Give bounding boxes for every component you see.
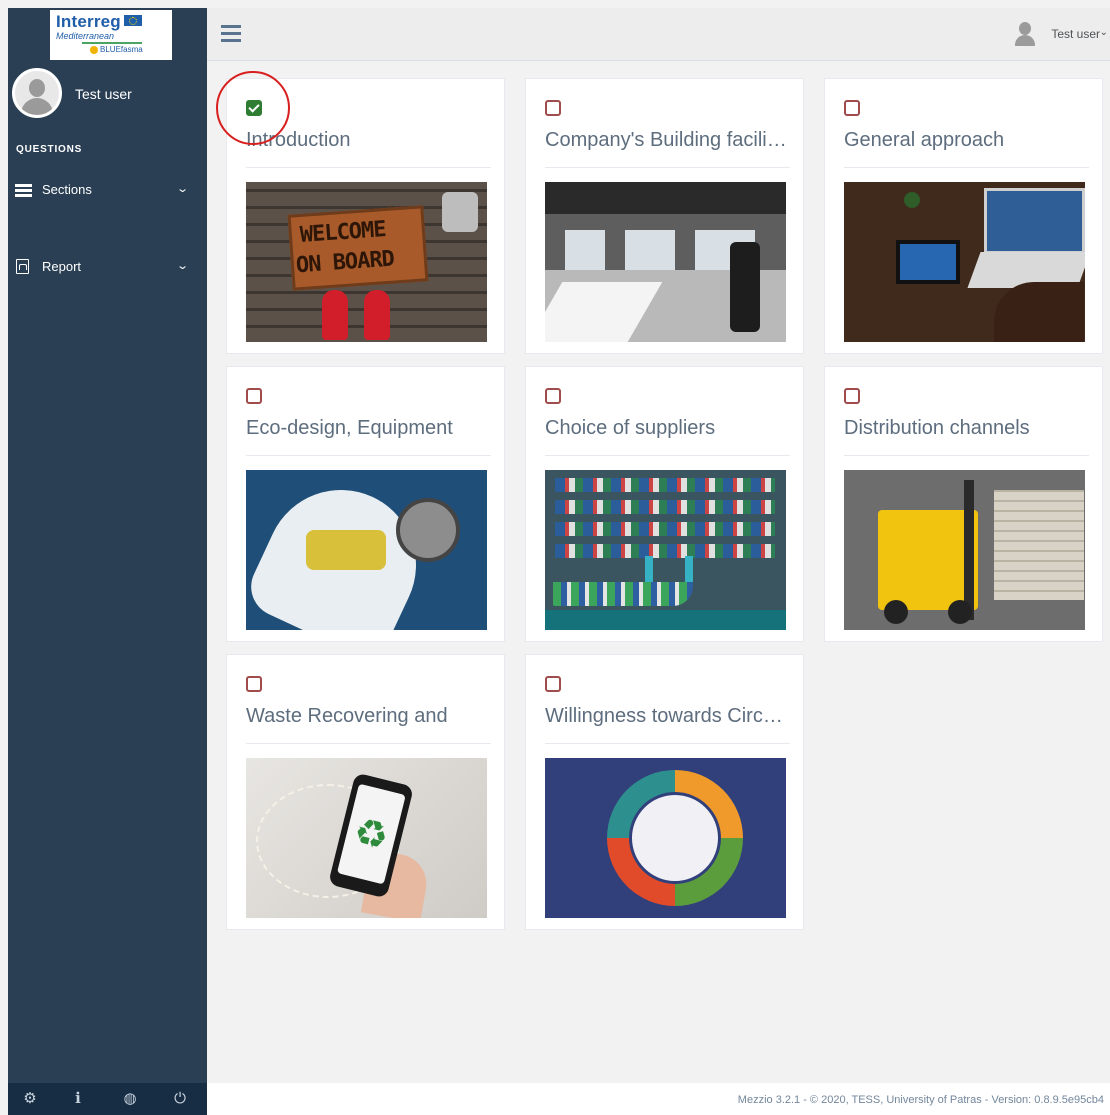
logo-program: Mediterranean [56, 31, 115, 41]
card-divider [246, 455, 491, 456]
pdf-icon [16, 259, 29, 274]
sidebar-item-label: Report [42, 259, 82, 274]
section-checkbox[interactable] [844, 388, 860, 404]
user-name: Test user [1051, 27, 1100, 41]
section-checkbox[interactable] [246, 676, 262, 692]
logo-brand: Interreg [56, 12, 121, 31]
power-icon[interactable]: ⏻ [170, 1089, 190, 1109]
eu-flag-icon [123, 15, 142, 26]
info-icon[interactable]: ℹ [68, 1089, 88, 1109]
user-menu[interactable]: Test user ⌄ [1008, 20, 1108, 48]
section-checkbox[interactable] [545, 676, 561, 692]
section-checkbox[interactable] [844, 100, 860, 116]
logo-project: BLUEfasma [56, 46, 166, 54]
avatar-body [21, 98, 53, 115]
annotation-circle [216, 71, 290, 145]
card-image-fishing-boat[interactable] [246, 470, 487, 630]
card-divider [545, 743, 790, 744]
footer-text: Mezzio 3.2.1 - © 2020, TESS, University … [737, 1094, 1104, 1106]
section-card-distribution[interactable]: Distribution channels [824, 366, 1103, 642]
card-image-forklift-warehouse[interactable] [844, 470, 1085, 630]
list-icon [15, 182, 32, 198]
sidebar: Interreg Mediterranean BLUEfasma Test us… [8, 8, 207, 1115]
profile-name: Test user [75, 86, 132, 102]
card-divider [844, 167, 1089, 168]
card-divider [246, 743, 491, 744]
card-image-circular-economy-laptop[interactable] [844, 182, 1085, 342]
card-title[interactable]: Company's Building facilities [545, 129, 790, 152]
menu-toggle-icon[interactable] [221, 25, 241, 43]
card-title[interactable]: Choice of suppliers [545, 417, 790, 440]
section-card-eco-design[interactable]: Eco-design, Equipment [226, 366, 505, 642]
section-checkbox[interactable] [545, 388, 561, 404]
chevron-down-icon: ⌄ [175, 183, 189, 195]
page-footer: Mezzio 3.2.1 - © 2020, TESS, University … [207, 1083, 1110, 1115]
chevron-down-icon: ⌄ [175, 260, 189, 272]
card-image-circular-diagram[interactable] [545, 758, 786, 918]
card-divider [545, 167, 790, 168]
card-title[interactable]: General approach [844, 129, 1089, 152]
sidebar-item-report[interactable]: Report ⌄ [8, 256, 207, 280]
card-image-recycling-phone[interactable] [246, 758, 487, 918]
section-card-suppliers[interactable]: Choice of suppliers [525, 366, 804, 642]
section-checkbox[interactable] [545, 100, 561, 116]
card-divider [844, 455, 1089, 456]
avatar-head [29, 79, 45, 97]
sidebar-footer: ⚙ ℹ ◍ ⏻ [8, 1083, 207, 1115]
card-title[interactable]: Distribution channels [844, 417, 1089, 440]
card-divider [545, 455, 790, 456]
menu-heading: QUESTIONS [16, 144, 83, 155]
chevron-down-icon: ⌄ [1099, 27, 1108, 38]
logo-divider [82, 42, 142, 44]
card-title[interactable]: Introduction [246, 129, 491, 152]
section-card-building[interactable]: Company's Building facilities [525, 78, 804, 354]
card-title[interactable]: Willingness towards Circular Economy [545, 705, 790, 728]
sidebar-profile: Test user [12, 68, 207, 128]
section-card-willingness[interactable]: Willingness towards Circular Economy [525, 654, 804, 930]
section-checkbox[interactable] [246, 388, 262, 404]
interreg-logo[interactable]: Interreg Mediterranean BLUEfasma [50, 10, 172, 60]
section-card-general-approach[interactable]: General approach [824, 78, 1103, 354]
top-navbar: Test user ⌄ [207, 8, 1110, 61]
sidebar-item-sections[interactable]: Sections ⌄ [8, 179, 207, 203]
card-image-container-port[interactable] [545, 470, 786, 630]
section-card-waste[interactable]: Waste Recovering and [226, 654, 505, 930]
user-avatar-icon [1014, 22, 1036, 46]
card-divider [246, 167, 491, 168]
globe-icon[interactable]: ◍ [120, 1089, 140, 1109]
sidebar-item-label: Sections [42, 182, 92, 197]
avatar [12, 68, 62, 118]
settings-icon[interactable]: ⚙ [20, 1089, 40, 1109]
card-image-welcome-on-board[interactable] [246, 182, 487, 342]
card-title[interactable]: Waste Recovering and [246, 705, 491, 728]
card-title[interactable]: Eco-design, Equipment [246, 417, 491, 440]
card-image-office-interior[interactable] [545, 182, 786, 342]
